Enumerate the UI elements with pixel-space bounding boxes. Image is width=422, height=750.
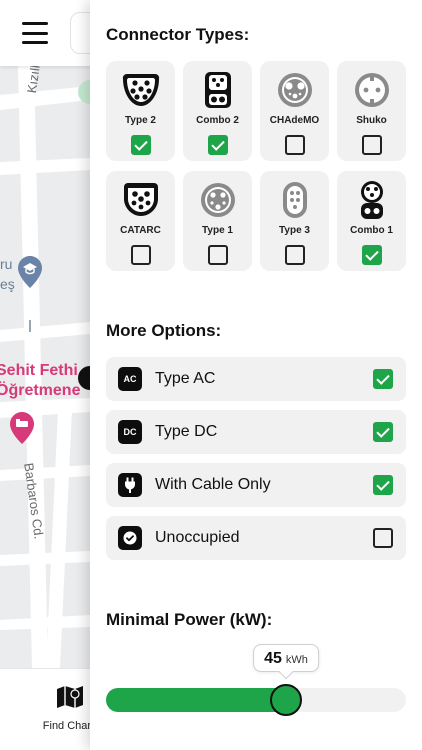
option-unoccupied[interactable]: Unoccupied bbox=[106, 516, 406, 560]
ac-badge-icon: AC bbox=[118, 367, 142, 391]
connector-label: Combo 1 bbox=[350, 225, 393, 236]
connector-tile-type3[interactable]: Type 3 bbox=[260, 171, 329, 271]
combo1-connector-icon bbox=[350, 180, 394, 220]
connector-label: Type 2 bbox=[125, 115, 156, 126]
option-label: Type AC bbox=[155, 370, 216, 387]
option-checkbox-with-cable-only[interactable] bbox=[373, 475, 393, 495]
power-value-tooltip: 45 kWh bbox=[253, 644, 319, 672]
chademo-connector-icon bbox=[273, 70, 317, 110]
place-label-sehit-line1: Sehit Fethi bbox=[0, 362, 78, 379]
power-unit: kWh bbox=[285, 654, 308, 666]
connector-checkbox-type1[interactable] bbox=[207, 245, 228, 265]
option-with-cable-only[interactable]: With Cable Only bbox=[106, 463, 406, 507]
connector-tile-type1[interactable]: Type 1 bbox=[183, 171, 252, 271]
connector-tile-combo2[interactable]: Combo 2 bbox=[183, 61, 252, 161]
connector-tile-type2[interactable]: Type 2 bbox=[106, 61, 175, 161]
place-label-es: eş bbox=[0, 276, 15, 292]
place-label-ru: ru bbox=[0, 256, 13, 272]
option-label: With Cable Only bbox=[155, 476, 271, 493]
catarc-connector-icon bbox=[119, 180, 163, 220]
dc-badge-icon: DC bbox=[118, 420, 142, 444]
connector-checkbox-catarc[interactable] bbox=[130, 245, 151, 265]
option-checkbox-type-dc[interactable] bbox=[373, 422, 393, 442]
map-icon bbox=[56, 686, 84, 713]
connector-label: Combo 2 bbox=[196, 115, 239, 126]
connector-checkbox-shuko[interactable] bbox=[361, 135, 382, 155]
minimal-power-title: Minimal Power (kW): bbox=[106, 610, 273, 629]
option-type-ac[interactable]: AC Type AC bbox=[106, 357, 406, 401]
connector-checkbox-type3[interactable] bbox=[284, 245, 305, 265]
connector-tile-combo1[interactable]: Combo 1 bbox=[337, 171, 406, 271]
connector-label: Type 3 bbox=[279, 225, 310, 236]
hamburger-menu-icon[interactable] bbox=[22, 22, 48, 44]
shuko-connector-icon bbox=[350, 70, 394, 110]
connector-grid-row-1: Type 2 Combo 2 CHAdeMO Shuko bbox=[106, 61, 406, 161]
type1-connector-icon bbox=[196, 180, 240, 220]
filter-drawer: Connector Types: Type 2 Combo 2 CHAdeMO … bbox=[90, 0, 422, 750]
connector-checkbox-combo1[interactable] bbox=[361, 245, 382, 265]
more-options-title: More Options: bbox=[106, 321, 222, 340]
connector-label: Type 1 bbox=[202, 225, 233, 236]
option-type-dc[interactable]: DC Type DC bbox=[106, 410, 406, 454]
option-label: Unoccupied bbox=[155, 529, 240, 546]
connector-label: Shuko bbox=[356, 115, 387, 126]
connector-tile-catarc[interactable]: CATARC bbox=[106, 171, 175, 271]
plug-icon bbox=[118, 473, 142, 497]
type2-connector-icon bbox=[119, 70, 163, 110]
connector-tile-chademo[interactable]: CHAdeMO bbox=[260, 61, 329, 161]
combo2-connector-icon bbox=[196, 70, 240, 110]
connector-tile-shuko[interactable]: Shuko bbox=[337, 61, 406, 161]
connector-checkbox-chademo[interactable] bbox=[284, 135, 305, 155]
type3-connector-icon bbox=[273, 180, 317, 220]
connector-label: CHAdeMO bbox=[269, 115, 320, 126]
connector-checkbox-type2[interactable] bbox=[130, 135, 151, 155]
slider-fill bbox=[106, 688, 286, 712]
minimal-power-slider[interactable] bbox=[106, 684, 406, 716]
slider-thumb[interactable] bbox=[270, 684, 302, 716]
connector-label: CATARC bbox=[120, 225, 161, 236]
option-checkbox-type-ac[interactable] bbox=[373, 369, 393, 389]
place-label-sehit-line2: Öğretmene bbox=[0, 382, 81, 399]
option-label: Type DC bbox=[155, 423, 218, 440]
connector-grid-row-2: CATARC Type 1 Type 3 Combo 1 bbox=[106, 171, 406, 271]
option-checkbox-unoccupied[interactable] bbox=[373, 528, 393, 548]
check-circle-icon bbox=[118, 526, 142, 550]
connector-checkbox-combo2[interactable] bbox=[207, 135, 228, 155]
connector-types-title: Connector Types: bbox=[106, 25, 250, 44]
power-value: 45 bbox=[264, 650, 282, 667]
